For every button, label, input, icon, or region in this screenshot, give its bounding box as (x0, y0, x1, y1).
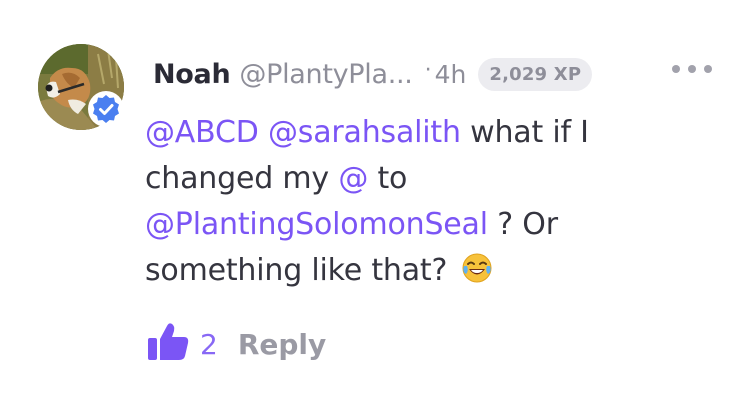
comment-header: Noah @PlantyPla... · 4h 2,029 XP (153, 52, 593, 96)
comment-actions: 2 Reply (146, 322, 326, 366)
laughing-tears-emoji (461, 252, 493, 284)
author-handle[interactable]: @PlantyPla... (239, 59, 412, 90)
more-horizontal-icon[interactable] (672, 60, 712, 78)
mention-link[interactable]: @PlantingSolomonSeal (145, 207, 488, 242)
verified-check-icon (88, 91, 124, 127)
mention-link[interactable]: @ (338, 161, 368, 196)
xp-badge: 2,029 XP (478, 57, 593, 91)
comment-text-segment: to (368, 161, 408, 196)
like-count: 2 (200, 327, 218, 361)
timestamp: 4h (434, 59, 467, 89)
reply-button[interactable]: Reply (238, 328, 326, 361)
mention-link[interactable]: @sarahsalith (268, 115, 461, 150)
mention-link[interactable]: @ABCD (145, 115, 259, 150)
thumbs-up-icon[interactable] (146, 322, 190, 366)
author-name[interactable]: Noah (153, 59, 231, 90)
meta-separator: · (424, 57, 432, 83)
comment-text: @ABCD @sarahsalith what if I changed my … (145, 110, 705, 294)
